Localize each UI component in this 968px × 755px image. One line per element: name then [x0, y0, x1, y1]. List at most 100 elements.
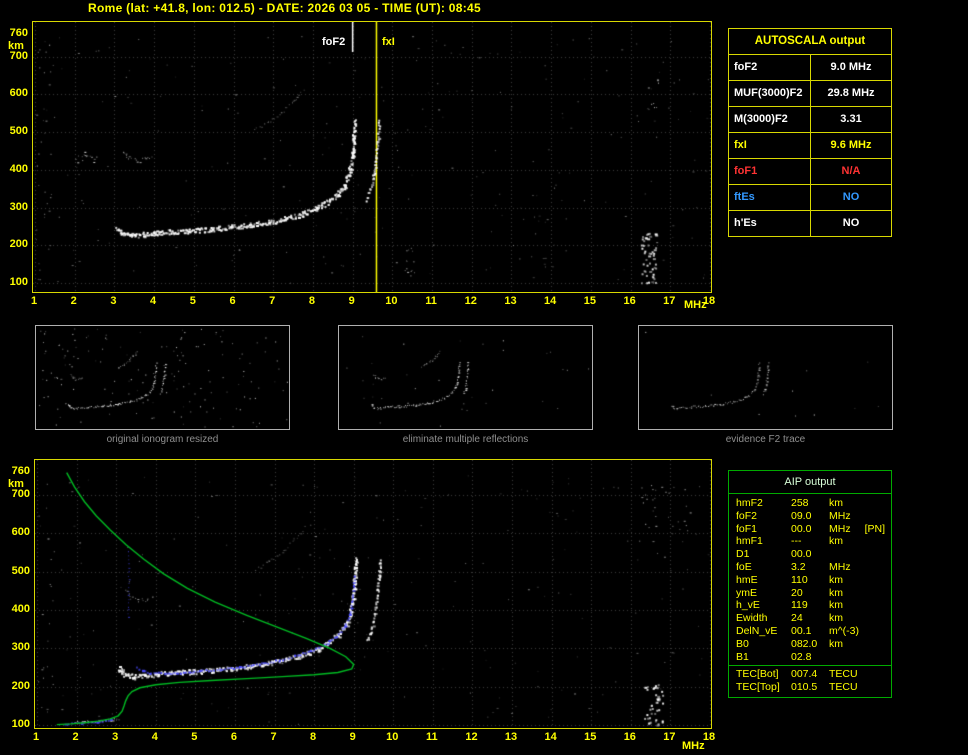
aip-row-D1: D1 00.0: [729, 548, 891, 561]
aip-table-title: AIP output: [729, 471, 891, 494]
aip-row-foF2: foF2 09.0 MHz: [729, 510, 891, 523]
x-tick-label: 8: [308, 295, 315, 307]
aip-row-foF1: foF1 00.0 MHz [PN]: [729, 523, 891, 536]
aip-param-name: Ewidth: [736, 612, 768, 625]
fxI-marker-label: fxI: [382, 36, 395, 48]
x-tick-label: 5: [191, 731, 198, 743]
aip-param-unit: km: [829, 586, 843, 599]
aip-param-value: 20: [791, 586, 803, 599]
aip-param-unit: km: [829, 535, 843, 548]
aip-param-value: 3.2: [791, 560, 806, 573]
x-tick-label: 12: [464, 295, 477, 307]
x-tick-label: 10: [386, 731, 399, 743]
aip-param-unit: km: [829, 573, 843, 586]
autoscala-param-label: fxI: [729, 133, 811, 158]
aip-param-unit: MHz: [829, 509, 851, 522]
aip-param-name: D1: [736, 548, 750, 561]
x-tick-label: 11: [426, 731, 438, 743]
aip-row-hmF2: hmF2 258 km: [729, 497, 891, 510]
aip-rows: hmF2 258 km foF2 09.0 MHz foF1 00.0 MHz [PN] hmF1 -…: [729, 497, 891, 663]
autoscala-row-fxI: fxI 9.6 MHz: [729, 133, 891, 159]
aip-param-unit: m^(-3): [829, 624, 860, 637]
autoscala-param-value: 3.31: [840, 113, 862, 125]
x-tick-label: 7: [269, 295, 276, 307]
aip-param-name: B1: [736, 650, 749, 663]
x-tick-label: 4: [150, 295, 157, 307]
thumbnail-original-ionogram: [35, 325, 290, 430]
aip-param-name: foF1: [736, 522, 758, 535]
aip-param-unit: km: [829, 637, 843, 650]
x-tick-label: 16: [623, 731, 636, 743]
y-tick-label: 200: [9, 238, 28, 251]
x-tick-label: 3: [110, 295, 117, 307]
x-tick-label: 6: [230, 731, 237, 743]
autoscala-row-MUF(3000)F2: MUF(3000)F2 29.8 MHz: [729, 81, 891, 107]
x-tick-label: 18: [702, 731, 716, 743]
autoscala-param-label: foF1: [729, 159, 811, 184]
foF2-marker-label: foF2: [322, 36, 346, 48]
aip-param-value: 24: [791, 612, 803, 625]
y-tick-label: 400: [11, 602, 30, 615]
x-tick-label: 16: [623, 295, 636, 307]
x-tick-label: 7: [270, 731, 277, 743]
aip-param-name: TEC[Top]: [736, 681, 780, 694]
y-tick-label: 600: [11, 526, 30, 539]
aip-param-value: 007.4: [791, 668, 818, 681]
y-tick-label: 700: [9, 49, 28, 62]
thumbnail-original-canvas: [36, 326, 289, 429]
x-tick-label: 14: [544, 295, 557, 307]
y-tick-label: 500: [11, 564, 30, 577]
x-tick-label: 5: [189, 295, 196, 307]
station-title: Rome (lat: +41.8, lon: 012.5) - DATE: 20…: [88, 1, 481, 15]
autoscala-param-value: 29.8 MHz: [827, 87, 875, 99]
y-tick-label: 760: [11, 464, 30, 477]
aip-param-name: hmE: [736, 573, 758, 586]
x-tick-label: 8: [310, 731, 317, 743]
autoscala-param-label: foF2: [729, 55, 811, 80]
aip-param-name: TEC[Bot]: [736, 668, 779, 681]
aip-param-name: hmF1: [736, 535, 763, 548]
autoscala-param-value: 9.0 MHz: [830, 61, 872, 73]
aip-param-unit: [829, 651, 891, 664]
aip-param-value: 110: [791, 573, 808, 586]
aip-row-ymE: ymE 20 km: [729, 587, 891, 600]
aip-param-value: 00.0: [791, 548, 812, 561]
aip-param-unit: TECU: [829, 681, 858, 694]
autoscala-row-h'Es: h'Es NO: [729, 211, 891, 236]
aip-param-value: 258: [791, 497, 809, 509]
aip-param-name: h_vE: [736, 599, 760, 612]
aip-row-foE: foE 3.2 MHz: [729, 561, 891, 574]
aip-param-value: 09.0: [791, 509, 812, 522]
y-tick-label: 300: [11, 641, 30, 654]
y-tick-label: 100: [11, 718, 30, 730]
x-tick-label: 11: [425, 295, 437, 307]
autoscala-row-foF2: foF2 9.0 MHz: [729, 55, 891, 81]
aip-param-name: hmF2: [736, 497, 763, 509]
ionogram-bottom-canvas: [35, 460, 711, 728]
thumbnail-f2-trace: [638, 325, 893, 430]
aip-tec-rows: TEC[Bot] 007.4 TECU TEC[Top] 010.5 TECU: [729, 668, 891, 694]
ionogram-top-canvas: [33, 22, 711, 292]
aip-table: AIP output hmF2 258 km foF2 09.0 MHz foF1 00.0 M…: [728, 470, 892, 698]
aip-row-B1: B1 02.8: [729, 651, 891, 664]
x-tick-label: 3: [112, 731, 119, 743]
autoscala-param-value: NO: [842, 191, 860, 203]
aip-param-unit: MHz: [829, 560, 851, 573]
aip-param-value: ---: [791, 535, 802, 548]
x-tick-label: 4: [151, 731, 158, 743]
x-tick-label: 6: [229, 295, 236, 307]
autoscala-rows: foF2 9.0 MHz MUF(3000)F2 29.8 MHz M(3000)F2 3…: [729, 55, 891, 236]
x-tick-label: 15: [583, 295, 596, 307]
x-tick-label: 17: [663, 295, 676, 307]
aip-param-unit: km: [829, 612, 843, 625]
aip-param-unit: TECU: [829, 668, 858, 681]
autoscala-param-label: ftEs: [729, 185, 811, 210]
x-tick-label: 1: [32, 731, 40, 743]
x-tick-label: 18: [702, 295, 716, 307]
aip-row-TEC[Top]: TEC[Top] 010.5 TECU: [729, 681, 891, 694]
thumbnail-f2-canvas: [639, 326, 892, 429]
x-tick-label: 9: [348, 295, 355, 307]
autoscala-row-ftEs: ftEs NO: [729, 185, 891, 211]
aip-param-name: foE: [736, 560, 752, 573]
caption-original-ionogram: original ionogram resized: [106, 434, 219, 445]
